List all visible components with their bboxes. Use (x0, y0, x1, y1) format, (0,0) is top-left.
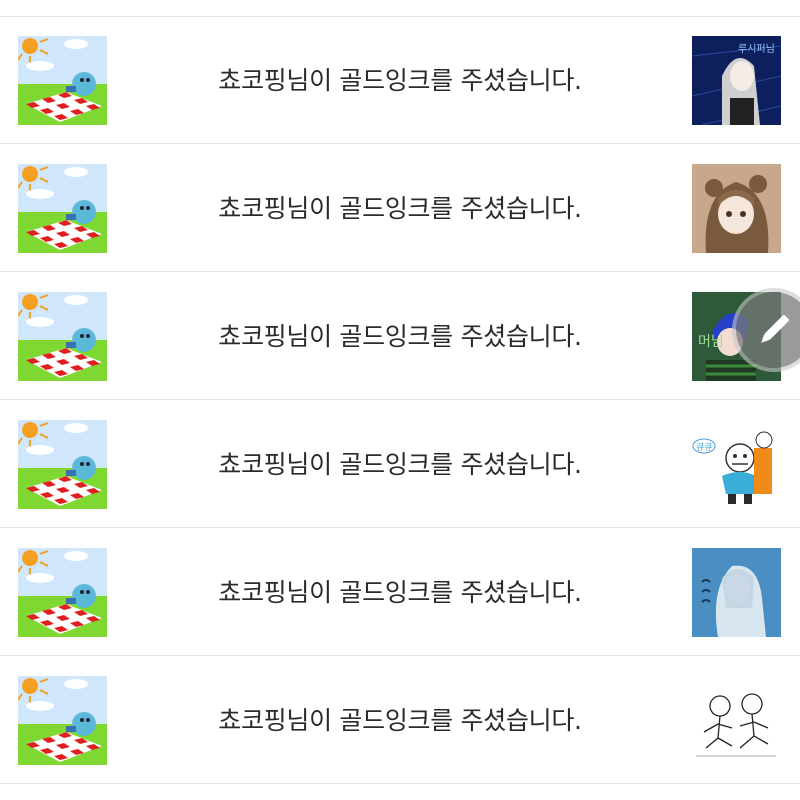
list-item[interactable]: 쵸코핑님이 골드잉크를 주셨습니다. (0, 657, 800, 784)
notification-message: 쵸코핑님이 골드잉크를 주셨습니다. (218, 450, 582, 479)
notification-message: 쵸코핑님이 골드잉크를 주셨습니다. (218, 66, 582, 95)
notification-message: 쵸코핑님이 골드잉크를 주셨습니다. (218, 194, 582, 223)
notification-message: 쵸코핑님이 골드잉크를 주셨습니다. (218, 706, 582, 735)
artwork-thumbnail-5[interactable] (692, 548, 781, 637)
artwork-thumbnail-1[interactable]: 루시퍼님 (692, 36, 781, 125)
list-item[interactable]: 쵸코핑님이 골드잉크를 주셨습니다. 루시퍼님 (0, 17, 800, 144)
list-item[interactable]: 쵸코핑님이 골드잉크를 주셨습니다. 머님 (0, 273, 800, 400)
picnic-avatar-icon[interactable] (18, 548, 107, 637)
picnic-avatar-icon[interactable] (18, 676, 107, 765)
list-item[interactable]: 쵸코핑님이 골드잉크를 주셨습니다. 큐큐 (0, 401, 800, 528)
pen-icon (750, 306, 798, 354)
picnic-avatar-icon[interactable] (18, 36, 107, 125)
notification-message: 쵸코핑님이 골드잉크를 주셨습니다. (218, 322, 582, 351)
notification-message: 쵸코핑님이 골드잉크를 주셨습니다. (218, 578, 582, 607)
list-item[interactable]: 쵸코핑님이 골드잉크를 주셨습니다. (0, 529, 800, 656)
thumbnail-caption: 머님 (698, 334, 724, 350)
picnic-avatar-icon[interactable] (18, 292, 107, 381)
list-item[interactable]: 쵸코핑님이 골드잉크를 주셨습니다. (0, 145, 800, 272)
picnic-avatar-icon[interactable] (18, 164, 107, 253)
picnic-avatar-icon[interactable] (18, 420, 107, 509)
artwork-thumbnail-6[interactable] (692, 676, 781, 765)
thumbnail-caption: 큐큐 (696, 442, 713, 453)
artwork-thumbnail-4[interactable]: 큐큐 (692, 420, 781, 509)
artwork-thumbnail-2[interactable] (692, 164, 781, 253)
thumbnail-caption: 루시퍼님 (738, 43, 775, 55)
